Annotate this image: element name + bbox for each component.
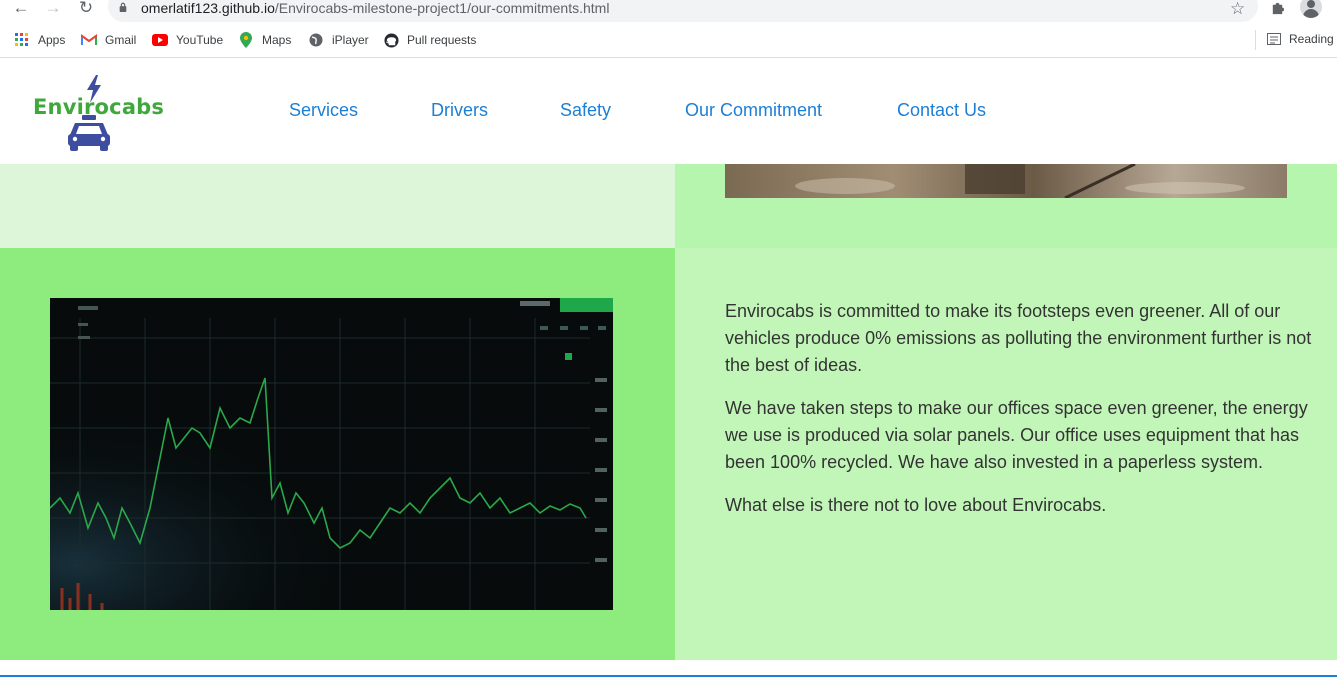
commitment-paragraph: What else is there not to love about Env… [725, 495, 1107, 515]
github-icon [383, 32, 399, 48]
reading-list-icon [1267, 32, 1281, 46]
stock-chart-photo [50, 298, 613, 610]
commitment-paragraph: We have taken steps to make our offices … [725, 398, 1308, 472]
forward-arrow-icon[interactable]: → [42, 0, 64, 18]
url-host: omerlatif123.github.io [141, 0, 275, 16]
commitment-paragraph: Envirocabs is committed to make its foot… [725, 301, 1312, 375]
nav-link-drivers[interactable]: Drivers [431, 100, 488, 121]
extensions-puzzle-icon[interactable] [1270, 1, 1285, 16]
globe-icon [308, 32, 324, 48]
url-path: /Envirocabs-milestone-project1/our-commi… [274, 0, 610, 16]
lock-icon [119, 2, 127, 12]
bookmarks-divider [1255, 30, 1256, 50]
bookmarks-bar: Apps Gmail YouTube Maps iPlayer Pull req [0, 22, 1337, 58]
apps-grid-icon [14, 32, 30, 48]
footer-divider [0, 660, 1337, 680]
previous-section-photo [725, 164, 1287, 198]
youtube-icon [152, 32, 168, 48]
url-text[interactable]: omerlatif123.github.io/Envirocabs-milest… [141, 0, 609, 17]
site-logo[interactable]: Envirocabs [30, 73, 164, 153]
nav-link-safety[interactable]: Safety [560, 100, 611, 121]
bookmark-maps[interactable]: Maps [238, 32, 291, 48]
nav-link-our-commitment[interactable]: Our Commitment [685, 100, 822, 121]
bookmark-label: YouTube [176, 33, 224, 47]
bookmark-star-icon[interactable]: ☆ [1230, 0, 1245, 19]
maps-pin-icon [238, 32, 254, 48]
site-header: Envirocabs Services Drivers Safety Our C… [0, 59, 1337, 164]
bookmark-youtube[interactable]: YouTube [152, 32, 223, 48]
commitment-copy: Envirocabs is committed to make its foot… [725, 298, 1315, 535]
browser-address-bar: ← → ↻ omerlatif123.github.io/Envirocabs-… [0, 0, 1337, 22]
reading-list-button[interactable]: Reading [1267, 32, 1334, 46]
reading-list-label: Reading [1289, 32, 1334, 46]
bookmark-label: Apps [38, 33, 66, 47]
taxi-car-icon [68, 115, 110, 151]
nav-link-services[interactable]: Services [289, 100, 358, 121]
back-arrow-icon[interactable]: ← [10, 0, 32, 18]
nav-link-contact-us[interactable]: Contact Us [897, 100, 986, 121]
profile-avatar-icon[interactable] [1300, 0, 1322, 18]
gmail-icon [81, 32, 97, 48]
reload-icon[interactable]: ↻ [75, 0, 97, 18]
bookmark-gmail[interactable]: Gmail [81, 32, 136, 48]
bookmark-pull-requests[interactable]: Pull requests [383, 32, 476, 48]
bookmark-apps[interactable]: Apps [14, 32, 65, 48]
bookmark-label: Pull requests [407, 33, 477, 47]
bookmark-label: Gmail [105, 33, 137, 47]
bookmark-label: iPlayer [332, 33, 369, 47]
previous-section-left [0, 164, 675, 248]
bookmark-iplayer[interactable]: iPlayer [308, 32, 369, 48]
bookmark-label: Maps [262, 33, 292, 47]
